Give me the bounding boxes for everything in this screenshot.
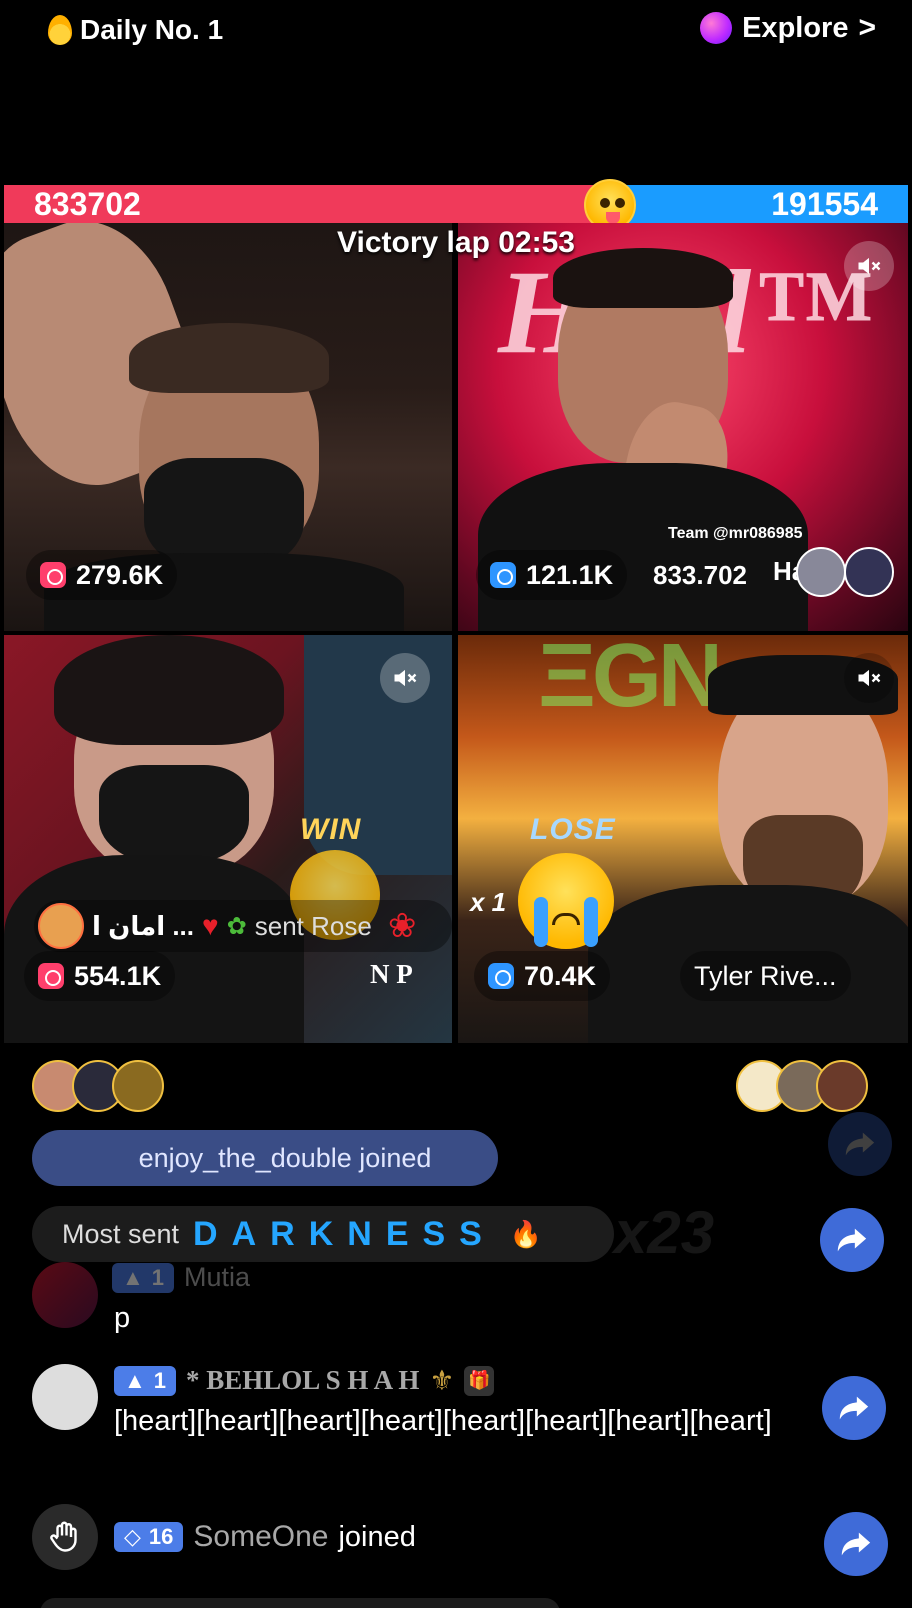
join-banner: enjoy_the_double joined bbox=[32, 1130, 498, 1186]
share-arrow-icon bbox=[837, 1228, 867, 1252]
chat-username[interactable]: SomeOne bbox=[193, 1520, 328, 1554]
daily-rank-badge[interactable]: Daily No. 1 bbox=[48, 10, 223, 50]
most-sent-label: Most sent bbox=[62, 1218, 180, 1249]
share-arrow-icon bbox=[845, 1132, 875, 1156]
explore-button[interactable]: Explore > bbox=[700, 8, 876, 48]
mute-button[interactable] bbox=[844, 653, 894, 703]
level-triangle-icon: ▲ bbox=[124, 1367, 146, 1393]
most-sent-banner: Most sent DARKNESS 🔥 bbox=[32, 1206, 614, 1262]
flame-icon bbox=[48, 15, 72, 45]
chat-text: [heart][heart][heart][heart][heart][hear… bbox=[114, 1405, 772, 1437]
gift-count: 279.6K bbox=[76, 559, 164, 590]
sender-avatar[interactable] bbox=[38, 903, 84, 949]
gift-toast: امان ا ... ♥ ✿ sent Rose ❀ bbox=[34, 900, 452, 952]
level-badge: ▲ 1 bbox=[114, 1365, 177, 1396]
chat-username[interactable]: * BEHLOL S H A H bbox=[186, 1365, 419, 1396]
share-arrow-icon bbox=[841, 1532, 871, 1556]
gift-count: 70.4K bbox=[524, 960, 597, 991]
gift-sender-name: امان ا ... bbox=[92, 910, 195, 941]
most-sent-username[interactable]: DARKNESS bbox=[193, 1215, 496, 1254]
top-viewer-avatar[interactable] bbox=[816, 1060, 868, 1112]
speaker-muted-icon bbox=[858, 669, 881, 687]
fleur-de-lis-icon: ⚜ bbox=[429, 1365, 455, 1396]
team-label: Team @mr086985 bbox=[668, 525, 803, 542]
rose-icon: ❀ bbox=[387, 907, 417, 945]
share-button[interactable] bbox=[824, 1512, 888, 1576]
gift-icon bbox=[40, 562, 66, 588]
gift-count-pill[interactable]: 279.6K bbox=[26, 550, 178, 600]
fire-icon: 🔥 bbox=[509, 1218, 543, 1249]
streamer-name: Tyler Rive... bbox=[694, 960, 837, 991]
chat-message-faded: ▲ 1 Mutia bbox=[112, 1262, 250, 1293]
gift-text: sent Rose bbox=[254, 910, 372, 941]
chat-avatar[interactable] bbox=[32, 1364, 98, 1430]
gift-icon bbox=[490, 562, 516, 588]
gift-icon bbox=[488, 963, 514, 989]
victory-lap-timer: Victory lap 02:53 bbox=[337, 226, 575, 259]
explore-orb-icon bbox=[700, 12, 733, 44]
background-neon-sign: ΞGN bbox=[538, 635, 723, 726]
team-avatar[interactable] bbox=[796, 547, 846, 597]
gift-count-pill[interactable]: 70.4K bbox=[474, 951, 611, 1001]
top-viewer-avatar-mvp[interactable] bbox=[112, 1060, 164, 1112]
face-mask bbox=[99, 765, 249, 865]
team-avatar[interactable] bbox=[844, 547, 894, 597]
share-button[interactable] bbox=[820, 1208, 884, 1272]
share-button[interactable] bbox=[828, 1112, 892, 1176]
gift-count: 121.1K bbox=[526, 559, 614, 590]
gift-count-pill[interactable]: 121.1K bbox=[476, 550, 628, 600]
chat-username[interactable]: Mutia bbox=[184, 1262, 250, 1293]
diamond-icon: ◇ bbox=[124, 1524, 141, 1549]
chat-message: p bbox=[32, 1262, 130, 1338]
battle-score-bar: 833702 191554 bbox=[4, 185, 908, 223]
chat-text: p bbox=[114, 1302, 131, 1334]
battle-result-lose: LOSE bbox=[530, 813, 616, 846]
mute-button[interactable] bbox=[380, 653, 430, 703]
share-button[interactable] bbox=[822, 1376, 886, 1440]
gift-count: 554.1K bbox=[74, 960, 162, 991]
left-team-score: 833702 bbox=[4, 185, 619, 223]
wave-hand-icon[interactable] bbox=[32, 1504, 98, 1570]
level-badge: ◇ 16 bbox=[114, 1522, 184, 1552]
team-score: 833.702 bbox=[653, 560, 747, 590]
combo-multiplier: x 1 bbox=[470, 887, 507, 917]
explore-label: Explore bbox=[742, 11, 849, 44]
video-tile-1[interactable]: 279.6K bbox=[4, 223, 452, 631]
faded-combo: x23 bbox=[614, 1199, 715, 1266]
video-tile-2[interactable]: Halil™ Team @mr086985 121.1K 833.702 Hal… bbox=[458, 223, 908, 631]
daily-rank-label: Daily No. 1 bbox=[80, 14, 224, 45]
leaf-icon: ✿ bbox=[226, 912, 247, 940]
right-team-score: 191554 bbox=[618, 185, 908, 223]
gift-box-icon: 🎁 bbox=[464, 1365, 495, 1396]
streamer-name-pill[interactable]: Tyler Rive... bbox=[680, 951, 851, 1001]
speaker-muted-icon bbox=[394, 669, 417, 687]
comment-input[interactable] bbox=[40, 1598, 560, 1608]
video-tile-3[interactable]: WIN 554.1K N P bbox=[4, 635, 452, 1043]
battle-result-win: WIN bbox=[300, 813, 362, 846]
chat-message: ▲ 1 * BEHLOL S H A H ⚜ 🎁 [heart][heart][h… bbox=[32, 1364, 854, 1441]
crying-emoji-icon bbox=[518, 853, 614, 949]
share-arrow-icon bbox=[839, 1396, 869, 1420]
heart-icon: ♥ bbox=[202, 910, 219, 941]
chat-text: joined bbox=[338, 1521, 416, 1553]
gift-count-pill[interactable]: 554.1K bbox=[24, 951, 176, 1001]
gift-icon bbox=[38, 963, 64, 989]
chat-join-message: ◇ 16 SomeOne joined bbox=[32, 1504, 416, 1570]
streamer-name[interactable]: N P bbox=[370, 959, 413, 990]
chevron-right-icon: > bbox=[858, 11, 876, 44]
video-tile-4[interactable]: ΞGN LOSE x 1 70.4K Tyler Rive... bbox=[458, 635, 908, 1043]
chat-avatar[interactable] bbox=[32, 1262, 98, 1328]
